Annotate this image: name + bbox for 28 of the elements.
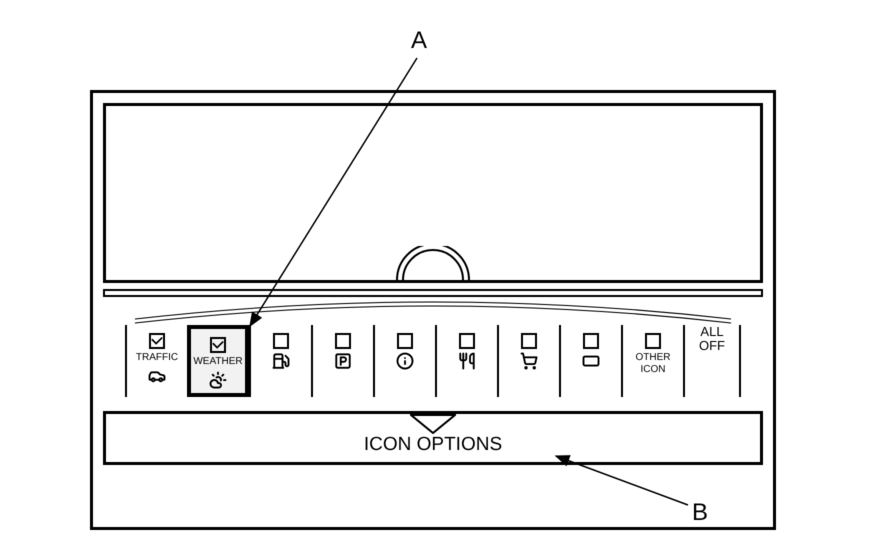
check-icon	[151, 336, 163, 346]
callout-label: B	[692, 500, 708, 526]
icon-option[interactable]: WEATHER	[187, 325, 249, 397]
option-label: WEATHER	[192, 356, 244, 368]
checkbox[interactable]	[521, 333, 537, 349]
parking-icon	[334, 352, 352, 370]
checkbox[interactable]	[149, 333, 165, 349]
option-label: OTHER ICON	[634, 352, 672, 376]
triangle-icon	[410, 414, 456, 434]
callout-label: A	[411, 28, 428, 54]
checkbox[interactable]	[645, 333, 661, 349]
icon-options-bar[interactable]: ICON OPTIONS	[103, 411, 763, 465]
checkbox[interactable]	[583, 333, 599, 349]
cart-icon	[520, 352, 538, 370]
sun-cloud-icon	[209, 371, 227, 389]
fork-knife-icon	[458, 352, 476, 370]
all-off-button[interactable]: ALL OFF	[683, 325, 741, 397]
options-label: ICON OPTIONS	[364, 434, 502, 456]
check-icon	[212, 340, 224, 350]
icon-option[interactable]: OTHER ICON	[621, 325, 683, 397]
fuel-pump-icon	[272, 352, 290, 370]
checkbox[interactable]	[397, 333, 413, 349]
checkbox[interactable]	[335, 333, 351, 349]
option-label: TRAFFIC	[134, 352, 180, 364]
checkbox[interactable]	[210, 337, 226, 353]
checkbox[interactable]	[459, 333, 475, 349]
info-icon	[396, 352, 414, 370]
checkbox[interactable]	[273, 333, 289, 349]
